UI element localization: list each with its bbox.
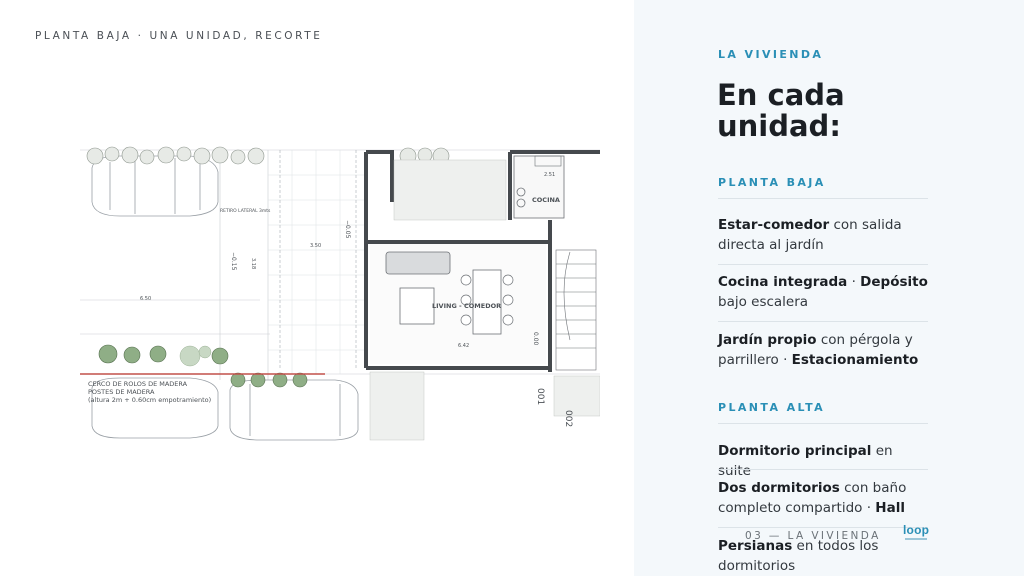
- label-fence-2: POSTES DE MADERA: [88, 388, 155, 396]
- label-unit-002: 002: [563, 410, 573, 427]
- info-panel: LA VIVIENDA En cada unidad: PLANTA BAJA …: [634, 0, 1024, 576]
- label-level-2: −0.05: [344, 220, 351, 239]
- floor-plan-area: PLANTA BAJA · UNA UNIDAD, RECORTE COCINA…: [0, 0, 634, 576]
- divider: [718, 469, 928, 470]
- label-level-3: 0.00: [532, 332, 539, 346]
- label-fence-3: (altura 2m + 0.60cm empotramiento): [88, 396, 211, 404]
- label-retiro: RETIRO LATERAL 3mts: [220, 208, 271, 214]
- feature-item: Cocina integrada · Depósito bajo escaler…: [718, 274, 928, 310]
- label-fence-1: CERCO DE ROLOS DE MADERA: [88, 380, 188, 388]
- label-dim-2: 3.50: [310, 243, 321, 249]
- section-title-planta-baja: PLANTA BAJA: [718, 176, 928, 199]
- label-dim-5: 2.51: [544, 172, 555, 178]
- feature-item: Persianas en todos los dormitorios: [718, 538, 879, 574]
- label-cocina: COCINA: [532, 196, 560, 204]
- feature-item: Dormitorio principal en suite: [718, 443, 893, 479]
- section-eyebrow: LA VIVIENDA: [718, 48, 824, 61]
- plan-caption: PLANTA BAJA · UNA UNIDAD, RECORTE: [35, 30, 323, 42]
- label-dim-4: 3.18: [250, 258, 256, 269]
- label-living: LIVING - COMEDOR: [432, 302, 501, 310]
- brand-logo: loop: [903, 523, 930, 537]
- feature-item: Jardín propio con pérgola y parrillero ·…: [718, 332, 919, 368]
- feature-item: Estar-comedor con salida directa al jard…: [718, 217, 902, 253]
- label-level-1: −0.15: [230, 252, 237, 271]
- divider: [718, 527, 928, 528]
- label-unit-001: 001: [535, 388, 545, 405]
- label-dim-1: 6.50: [140, 296, 151, 302]
- divider: [718, 264, 928, 265]
- divider: [718, 321, 928, 322]
- label-dim-3: 6.42: [458, 343, 469, 349]
- page-heading: En cada unidad:: [717, 78, 845, 143]
- feature-item: Dos dormitorios con baño completo compar…: [718, 480, 907, 516]
- section-title-planta-alta: PLANTA ALTA: [718, 401, 928, 424]
- floor-plan-drawing: COCINA LIVING - COMEDOR CERCO DE ROLOS D…: [80, 140, 600, 442]
